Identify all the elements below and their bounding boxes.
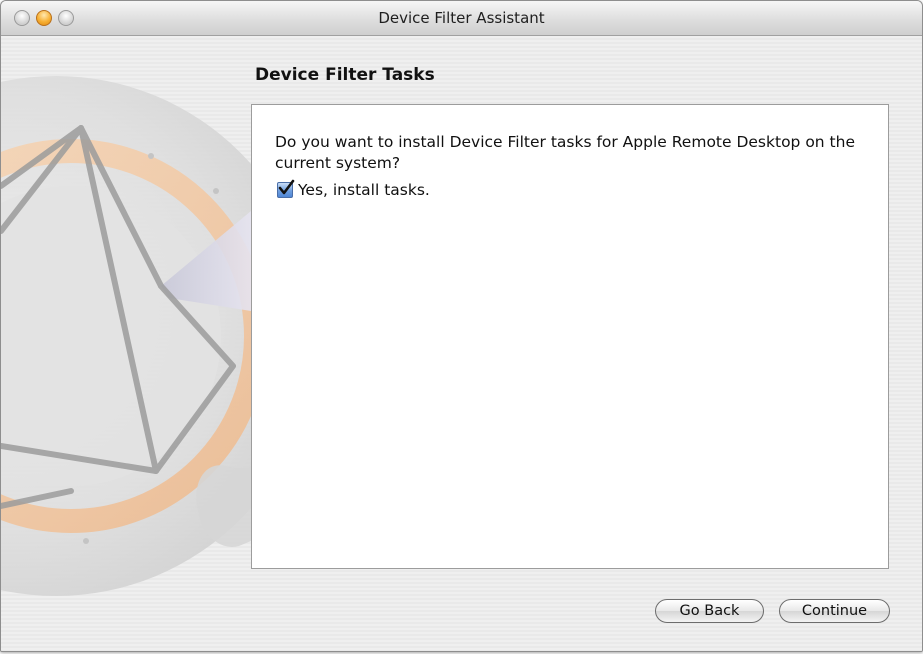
continue-button[interactable]: Continue	[779, 599, 890, 623]
page-title: Device Filter Tasks	[255, 65, 435, 85]
install-question: Do you want to install Device Filter tas…	[275, 133, 855, 172]
assistant-window: Device Filter Assistant Device Filter Ta…	[0, 0, 923, 652]
go-back-button[interactable]: Go Back	[655, 599, 764, 623]
install-tasks-checkbox[interactable]	[277, 179, 295, 198]
install-tasks-label: Yes, install tasks.	[298, 181, 430, 199]
install-tasks-option[interactable]: Yes, install tasks.	[277, 179, 430, 200]
title-bar[interactable]: Device Filter Assistant	[1, 1, 922, 36]
assistant-content: Device Filter Tasks Do you want to insta…	[1, 36, 922, 651]
checkmark-icon	[278, 179, 295, 195]
window-title: Device Filter Assistant	[378, 9, 545, 27]
